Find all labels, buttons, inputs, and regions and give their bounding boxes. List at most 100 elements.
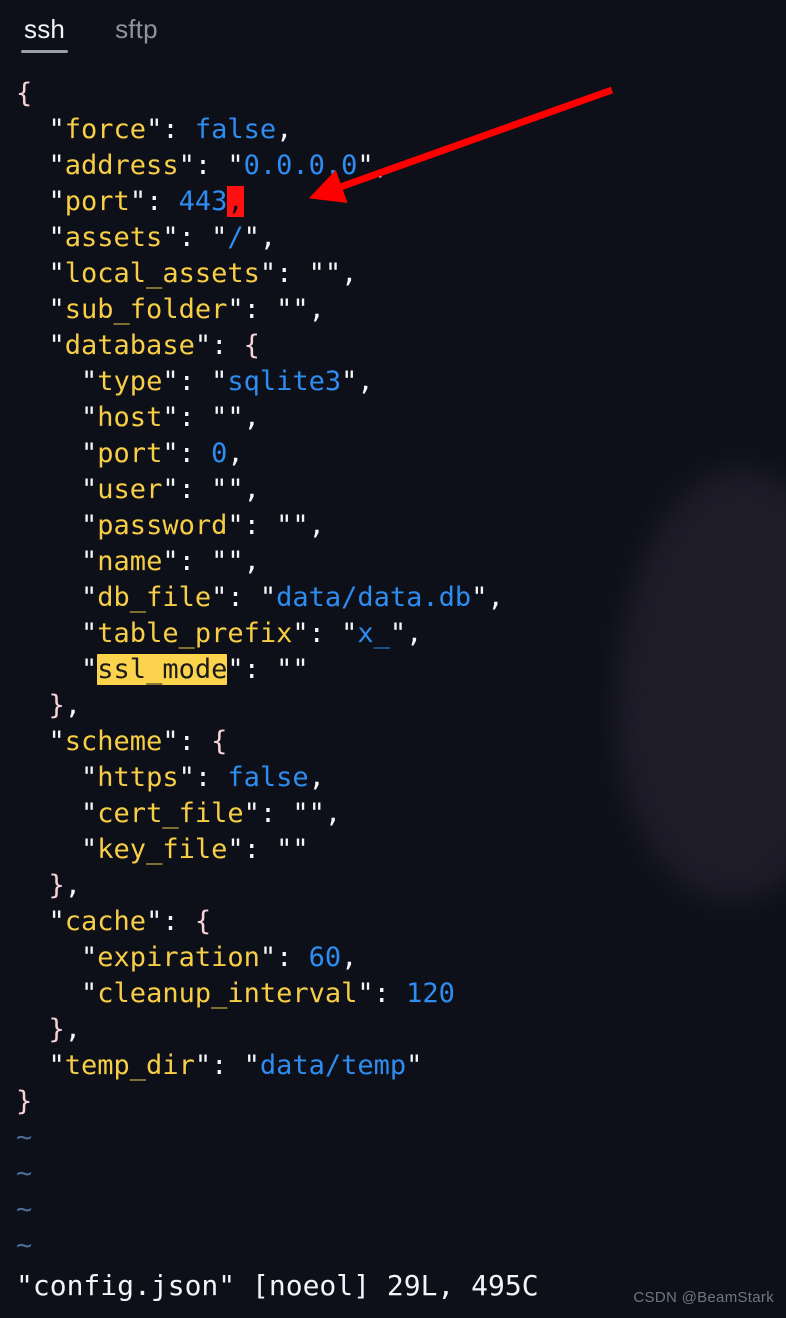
code-token: ": "" bbox=[227, 834, 309, 865]
code-token: " bbox=[406, 1050, 423, 1081]
code-token: { bbox=[194, 906, 212, 937]
code-token: " bbox=[81, 834, 98, 865]
code-token: ": "", bbox=[162, 546, 260, 577]
code-line: "cert_file": "", bbox=[0, 796, 786, 832]
code-token: " bbox=[81, 978, 98, 1009]
code-token: , bbox=[276, 114, 293, 145]
code-token: port bbox=[97, 438, 163, 469]
code-token: " bbox=[81, 618, 98, 649]
code-line: { bbox=[0, 76, 786, 112]
code-token: ": bbox=[259, 942, 309, 973]
code-line: "expiration": 60, bbox=[0, 940, 786, 976]
code-token: 443 bbox=[178, 186, 228, 217]
code-token: ": " bbox=[178, 150, 244, 181]
code-token: db_file bbox=[97, 582, 212, 613]
code-token: cert_file bbox=[97, 798, 244, 829]
code-token: ": bbox=[129, 186, 179, 217]
code-token: " bbox=[81, 474, 98, 505]
code-token: { bbox=[16, 78, 33, 109]
code-token: " bbox=[48, 258, 65, 289]
code-token: , bbox=[227, 438, 244, 469]
tab-ssh-label: ssh bbox=[24, 14, 66, 44]
vim-editor-buffer[interactable]: { "force": false, "address": "0.0.0.0", … bbox=[0, 76, 786, 1264]
tab-active-indicator bbox=[21, 50, 69, 53]
code-token: ~ bbox=[16, 1230, 33, 1261]
code-line: ~ bbox=[0, 1228, 786, 1264]
code-token: " bbox=[81, 402, 98, 433]
code-token: } bbox=[48, 690, 65, 721]
code-token: 0 bbox=[211, 438, 228, 469]
code-token: sqlite3 bbox=[227, 366, 342, 397]
code-token: " bbox=[81, 582, 98, 613]
code-line: "https": false, bbox=[0, 760, 786, 796]
vim-status-line: "config.json" [noeol] 29L, 495C bbox=[16, 1269, 539, 1302]
code-token: " bbox=[48, 726, 65, 757]
code-token: " bbox=[48, 222, 65, 253]
code-token: ": "", bbox=[227, 510, 325, 541]
code-token: 0.0.0.0 bbox=[243, 150, 358, 181]
code-token: assets bbox=[64, 222, 163, 253]
code-token: , bbox=[341, 942, 358, 973]
code-token: } bbox=[16, 1086, 33, 1117]
code-token: ": "", bbox=[227, 294, 325, 325]
code-token: false bbox=[194, 114, 277, 145]
code-token: false bbox=[227, 762, 309, 793]
code-token: , bbox=[227, 186, 244, 217]
code-token: cleanup_interval bbox=[97, 978, 358, 1009]
code-line: "address": "0.0.0.0", bbox=[0, 148, 786, 184]
code-line: "name": "", bbox=[0, 544, 786, 580]
code-token: , bbox=[64, 690, 82, 721]
code-token: password bbox=[97, 510, 228, 541]
code-token: local_assets bbox=[64, 258, 260, 289]
code-token: https bbox=[97, 762, 179, 793]
tab-sftp[interactable]: sftp bbox=[111, 14, 162, 55]
code-token: user bbox=[97, 474, 163, 505]
code-token: port bbox=[64, 186, 130, 217]
code-token: " bbox=[48, 1050, 65, 1081]
code-line: "cleanup_interval": 120 bbox=[0, 976, 786, 1012]
code-line: "cache": { bbox=[0, 904, 786, 940]
tab-sftp-label: sftp bbox=[115, 14, 158, 44]
code-token: data/data.db bbox=[276, 582, 472, 613]
code-line: }, bbox=[0, 1012, 786, 1048]
code-line: "assets": "/", bbox=[0, 220, 786, 256]
code-token: ": bbox=[194, 330, 244, 361]
code-token: ": bbox=[146, 906, 195, 937]
code-token: ": "" bbox=[227, 654, 309, 685]
code-line: "force": false, bbox=[0, 112, 786, 148]
code-line: "database": { bbox=[0, 328, 786, 364]
code-token: } bbox=[48, 870, 65, 901]
code-token: database bbox=[64, 330, 195, 361]
code-token: , bbox=[64, 870, 82, 901]
tab-ssh[interactable]: ssh bbox=[20, 14, 69, 55]
code-token: ": " bbox=[162, 222, 228, 253]
code-token: ", bbox=[357, 150, 390, 181]
code-line: "port": 443, bbox=[0, 184, 786, 220]
code-token: ", bbox=[341, 366, 374, 397]
code-line: ~ bbox=[0, 1156, 786, 1192]
code-token: ": " bbox=[211, 582, 277, 613]
code-token: host bbox=[97, 402, 163, 433]
terminal-screen: ssh sftp { "force": false, "address": "0… bbox=[0, 0, 786, 1318]
code-token: ": "", bbox=[259, 258, 358, 289]
code-line: ~ bbox=[0, 1120, 786, 1156]
code-line: "db_file": "data/data.db", bbox=[0, 580, 786, 616]
code-token: " bbox=[48, 294, 65, 325]
code-line: "user": "", bbox=[0, 472, 786, 508]
code-token: table_prefix bbox=[97, 618, 293, 649]
code-token: x_ bbox=[357, 618, 390, 649]
code-token: ", bbox=[389, 618, 423, 649]
code-token: " bbox=[81, 438, 98, 469]
code-token: ~ bbox=[16, 1122, 33, 1153]
code-token: force bbox=[64, 114, 147, 145]
code-line: "scheme": { bbox=[0, 724, 786, 760]
code-token: key_file bbox=[97, 834, 228, 865]
code-line: }, bbox=[0, 688, 786, 724]
code-token: ": " bbox=[292, 618, 358, 649]
code-token: ~ bbox=[16, 1158, 33, 1189]
code-token: 60 bbox=[308, 942, 342, 973]
code-token: " bbox=[81, 546, 98, 577]
code-line: "password": "", bbox=[0, 508, 786, 544]
code-line: }, bbox=[0, 868, 786, 904]
code-token: { bbox=[211, 726, 228, 757]
